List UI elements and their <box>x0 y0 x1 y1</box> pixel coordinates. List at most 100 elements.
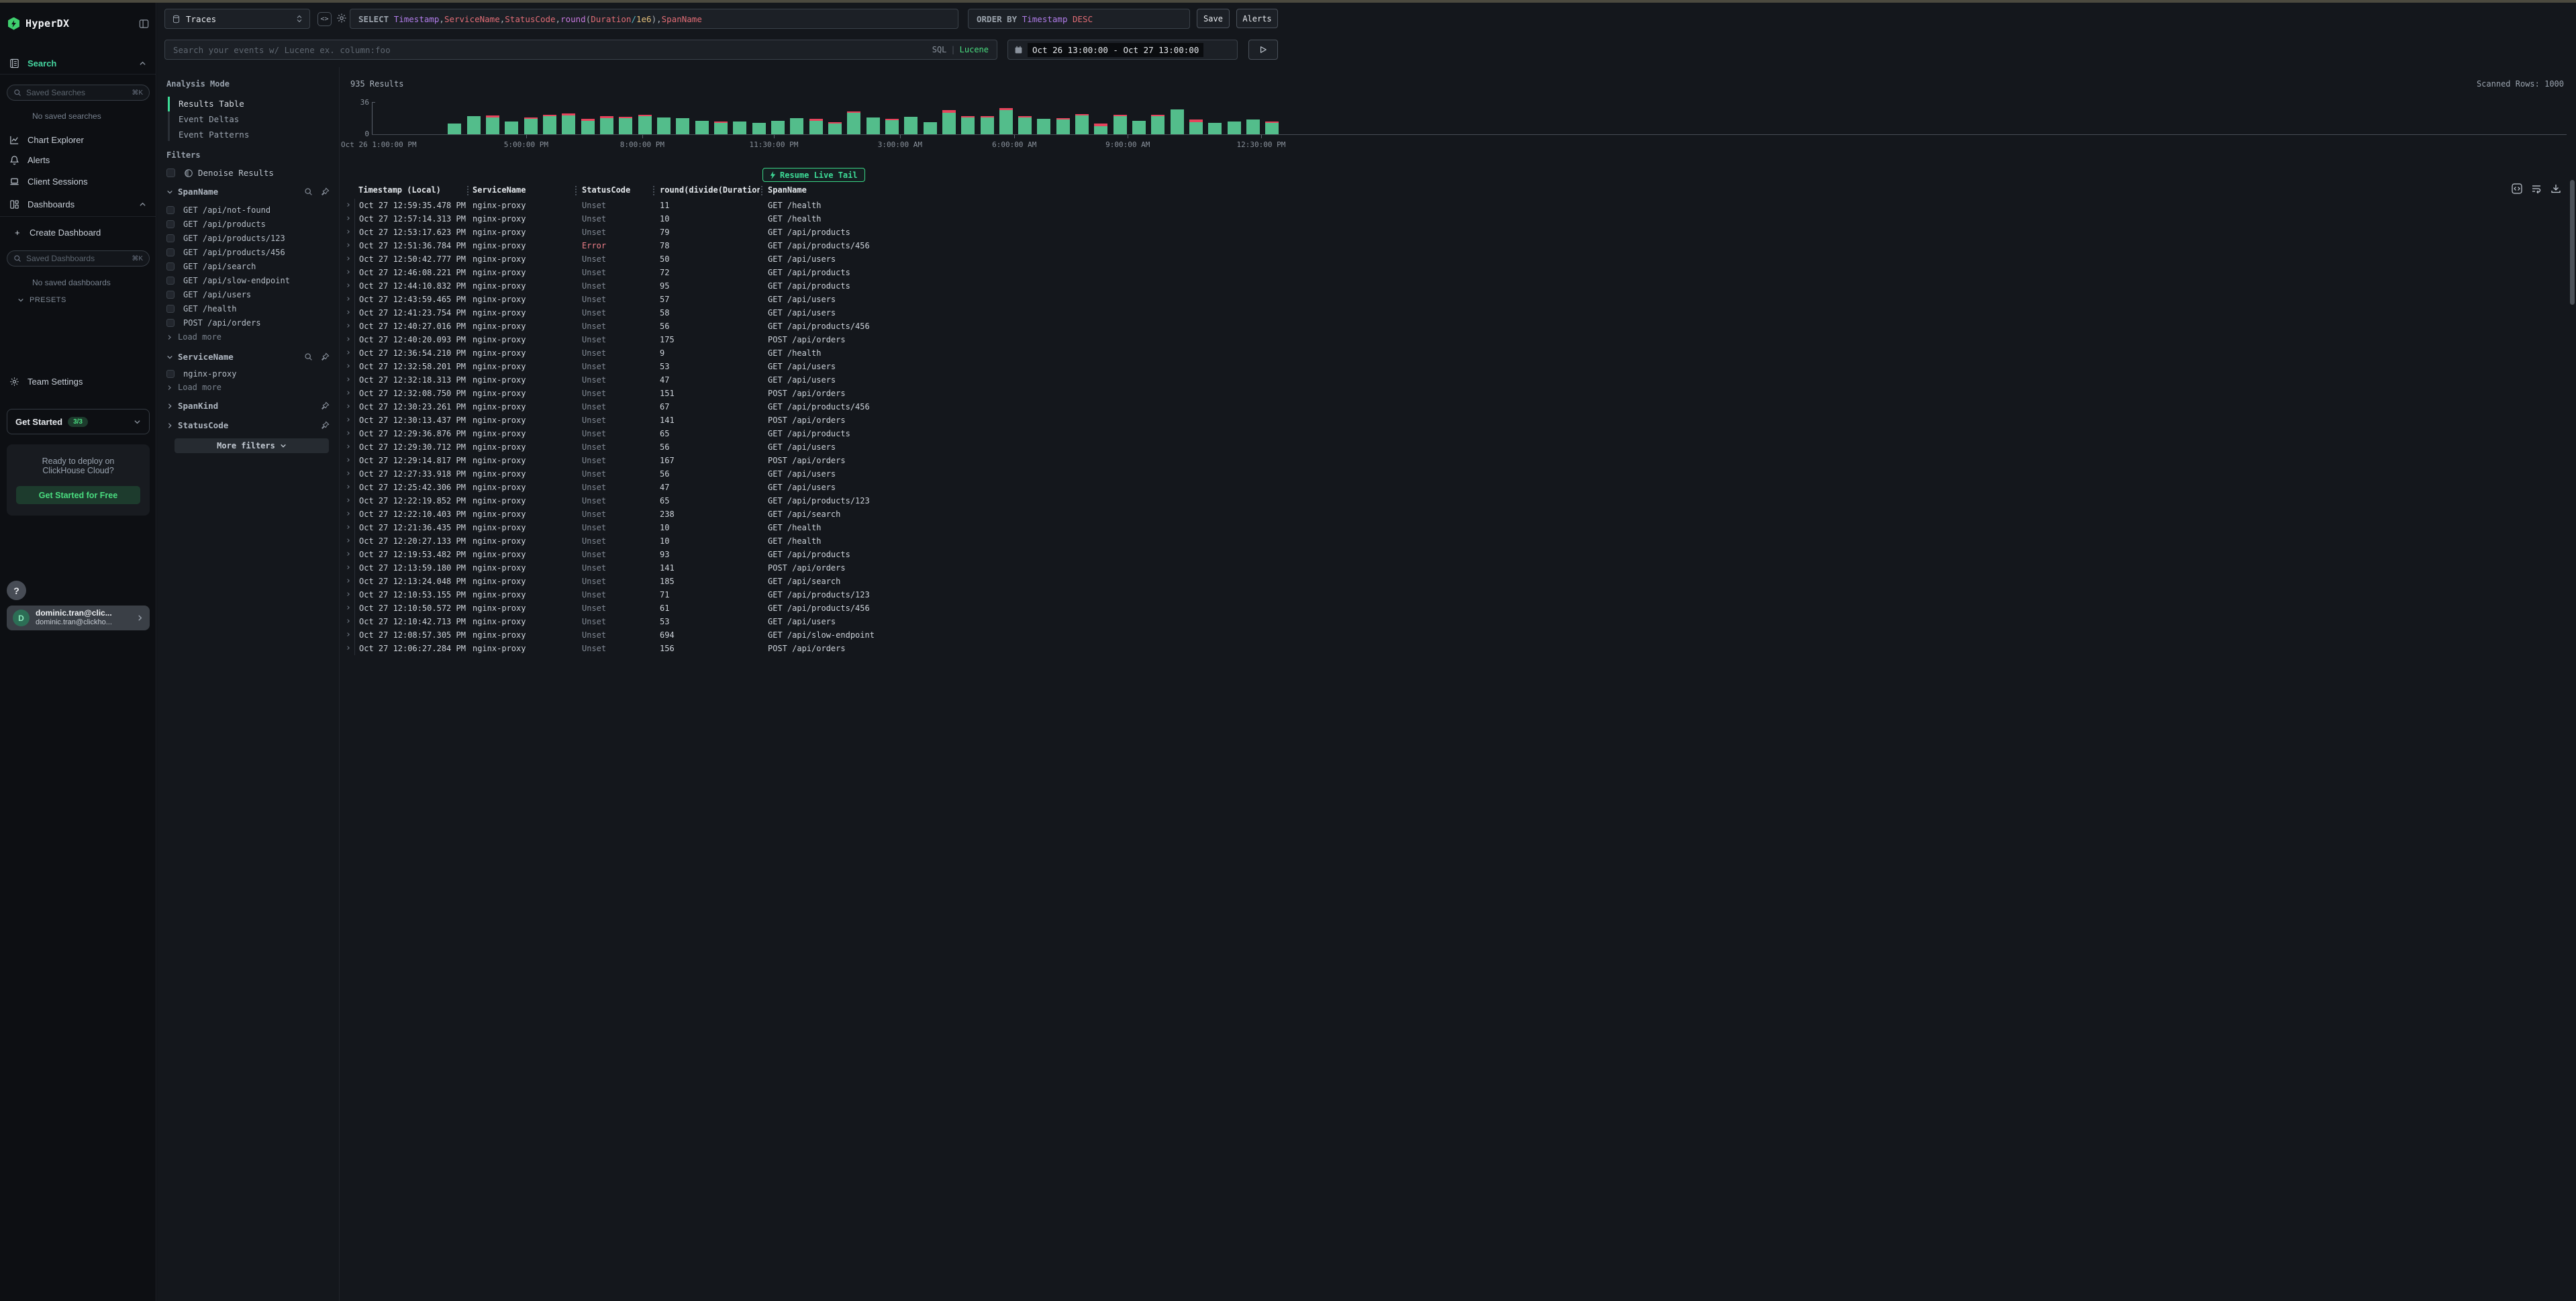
column-resize-handle[interactable] <box>575 186 577 195</box>
sidebar-item-client-sessions[interactable]: Client Sessions <box>0 173 156 189</box>
filter-group-spanname[interactable]: SpanName <box>157 187 339 197</box>
checkbox[interactable] <box>166 248 175 256</box>
mode-event-patterns[interactable]: Event Patterns <box>179 130 249 140</box>
table-row[interactable]: › Oct 27 12:29:30.712 PM nginx-proxy Uns… <box>340 440 2576 454</box>
presets-toggle[interactable]: PRESETS <box>17 296 66 304</box>
checkbox[interactable] <box>166 305 175 313</box>
filter-option[interactable]: GET /api/users <box>166 290 251 299</box>
row-expand-chevron[interactable]: › <box>346 252 351 266</box>
row-expand-chevron[interactable]: › <box>346 440 351 454</box>
checkbox[interactable] <box>166 220 175 228</box>
row-expand-chevron[interactable]: › <box>346 333 351 346</box>
checkbox[interactable] <box>166 319 175 327</box>
filter-option[interactable]: GET /api/products/456 <box>166 248 285 257</box>
row-expand-chevron[interactable]: › <box>346 427 351 440</box>
checkbox[interactable] <box>166 234 175 242</box>
row-expand-chevron[interactable]: › <box>346 279 351 293</box>
row-expand-chevron[interactable]: › <box>346 387 351 400</box>
servicename-load-more[interactable]: Load more <box>166 383 221 392</box>
checkbox[interactable] <box>166 206 175 214</box>
saved-dashboards-input[interactable] <box>26 254 132 263</box>
pin-icon[interactable] <box>321 187 330 196</box>
table-row[interactable]: › Oct 27 12:10:50.572 PM nginx-proxy Uns… <box>340 601 2576 615</box>
table-row[interactable]: › Oct 27 12:40:27.016 PM nginx-proxy Uns… <box>340 320 2576 333</box>
event-search-input[interactable] <box>173 45 932 55</box>
pin-icon[interactable] <box>321 352 330 361</box>
row-expand-chevron[interactable]: › <box>346 454 351 467</box>
sidebar-item-search[interactable]: Search <box>0 55 156 71</box>
sidebar-item-chart-explorer[interactable]: Chart Explorer <box>0 132 156 148</box>
filter-option[interactable]: GET /api/products/123 <box>166 234 285 243</box>
lang-lucene-option[interactable]: Lucene <box>960 45 989 54</box>
column-resize-handle[interactable] <box>761 186 762 195</box>
row-expand-chevron[interactable]: › <box>346 266 351 279</box>
pin-icon[interactable] <box>321 421 330 430</box>
table-row[interactable]: › Oct 27 12:30:23.261 PM nginx-proxy Uns… <box>340 400 2576 414</box>
table-row[interactable]: › Oct 27 12:41:23.754 PM nginx-proxy Uns… <box>340 306 2576 320</box>
saved-searches-search[interactable]: ⌘K <box>7 85 150 101</box>
table-row[interactable]: › Oct 27 12:20:27.133 PM nginx-proxy Uns… <box>340 534 2576 548</box>
row-expand-chevron[interactable]: › <box>346 239 351 252</box>
table-row[interactable]: › Oct 27 12:08:57.305 PM nginx-proxy Uns… <box>340 628 2576 642</box>
spanname-load-more[interactable]: Load more <box>166 332 221 342</box>
checkbox[interactable] <box>166 262 175 271</box>
table-row[interactable]: › Oct 27 12:51:36.784 PM nginx-proxy Err… <box>340 239 2576 252</box>
mode-results-table[interactable]: Results Table <box>179 99 244 109</box>
row-expand-chevron[interactable]: › <box>346 548 351 561</box>
table-row[interactable]: › Oct 27 12:57:14.313 PM nginx-proxy Uns… <box>340 212 2576 226</box>
table-row[interactable]: › Oct 27 12:29:14.817 PM nginx-proxy Uns… <box>340 454 2576 467</box>
table-row[interactable]: › Oct 27 12:30:13.437 PM nginx-proxy Uns… <box>340 414 2576 427</box>
alerts-button[interactable]: Alerts <box>1236 9 1278 28</box>
chart-bars[interactable] <box>372 102 1279 134</box>
col-header-timestamp[interactable]: Timestamp (Local) <box>358 185 466 195</box>
table-row[interactable]: › Oct 27 12:10:42.713 PM nginx-proxy Uns… <box>340 615 2576 628</box>
row-expand-chevron[interactable]: › <box>346 615 351 628</box>
resume-live-tail-button[interactable]: Resume Live Tail <box>762 168 865 182</box>
table-row[interactable]: › Oct 27 12:40:20.093 PM nginx-proxy Uns… <box>340 333 2576 346</box>
query-language-toggle[interactable]: SQL | Lucene <box>932 45 989 54</box>
table-row[interactable]: › Oct 27 12:13:59.180 PM nginx-proxy Uns… <box>340 561 2576 575</box>
row-expand-chevron[interactable]: › <box>346 588 351 601</box>
table-row[interactable]: › Oct 27 12:21:36.435 PM nginx-proxy Uns… <box>340 521 2576 534</box>
filter-group-spankind[interactable]: SpanKind <box>157 401 339 411</box>
filter-group-servicename[interactable]: ServiceName <box>157 352 339 362</box>
chevron-up-icon[interactable] <box>139 60 146 67</box>
col-header-spanname[interactable]: SpanName <box>768 185 969 195</box>
table-row[interactable]: › Oct 27 12:22:10.403 PM nginx-proxy Uns… <box>340 508 2576 521</box>
checkbox[interactable] <box>166 277 175 285</box>
row-expand-chevron[interactable]: › <box>346 481 351 494</box>
column-resize-handle[interactable] <box>467 186 468 195</box>
table-row[interactable]: › Oct 27 12:59:35.478 PM nginx-proxy Uns… <box>340 199 2576 212</box>
table-row[interactable]: › Oct 27 12:10:53.155 PM nginx-proxy Uns… <box>340 588 2576 601</box>
checkbox[interactable] <box>166 291 175 299</box>
source-settings-gear-icon[interactable] <box>336 13 347 23</box>
row-expand-chevron[interactable]: › <box>346 521 351 534</box>
sidebar-item-alerts[interactable]: Alerts <box>0 152 156 168</box>
table-row[interactable]: › Oct 27 12:32:08.750 PM nginx-proxy Uns… <box>340 387 2576 400</box>
row-expand-chevron[interactable]: › <box>346 414 351 427</box>
table-row[interactable]: › Oct 27 12:53:17.623 PM nginx-proxy Uns… <box>340 226 2576 239</box>
col-header-statuscode[interactable]: StatusCode <box>582 185 651 195</box>
filter-option[interactable]: nginx-proxy <box>166 369 236 379</box>
filter-option[interactable]: GET /api/products <box>166 220 266 229</box>
table-row[interactable]: › Oct 27 12:46:08.221 PM nginx-proxy Uns… <box>340 266 2576 279</box>
filter-search-icon[interactable] <box>304 187 313 196</box>
table-row[interactable]: › Oct 27 12:06:27.284 PM nginx-proxy Uns… <box>340 642 2576 655</box>
table-row[interactable]: › Oct 27 12:19:53.482 PM nginx-proxy Uns… <box>340 548 2576 561</box>
table-row[interactable]: › Oct 27 12:25:42.306 PM nginx-proxy Uns… <box>340 481 2576 494</box>
table-row[interactable]: › Oct 27 12:36:54.210 PM nginx-proxy Uns… <box>340 346 2576 360</box>
filter-group-statuscode[interactable]: StatusCode <box>157 420 339 430</box>
table-row[interactable]: › Oct 27 12:32:58.201 PM nginx-proxy Uns… <box>340 360 2576 373</box>
row-expand-chevron[interactable]: › <box>346 373 351 387</box>
pin-icon[interactable] <box>321 401 330 410</box>
row-expand-chevron[interactable]: › <box>346 293 351 306</box>
vertical-scrollbar[interactable] <box>2570 180 2575 305</box>
checkbox[interactable] <box>166 370 175 378</box>
create-dashboard-button[interactable]: + Create Dashboard <box>0 224 156 240</box>
table-row[interactable]: › Oct 27 12:43:59.465 PM nginx-proxy Uns… <box>340 293 2576 306</box>
row-expand-chevron[interactable]: › <box>346 467 351 481</box>
row-expand-chevron[interactable]: › <box>346 575 351 588</box>
run-query-button[interactable] <box>1248 40 1278 60</box>
source-select[interactable]: Traces <box>164 9 310 29</box>
row-expand-chevron[interactable]: › <box>346 360 351 373</box>
